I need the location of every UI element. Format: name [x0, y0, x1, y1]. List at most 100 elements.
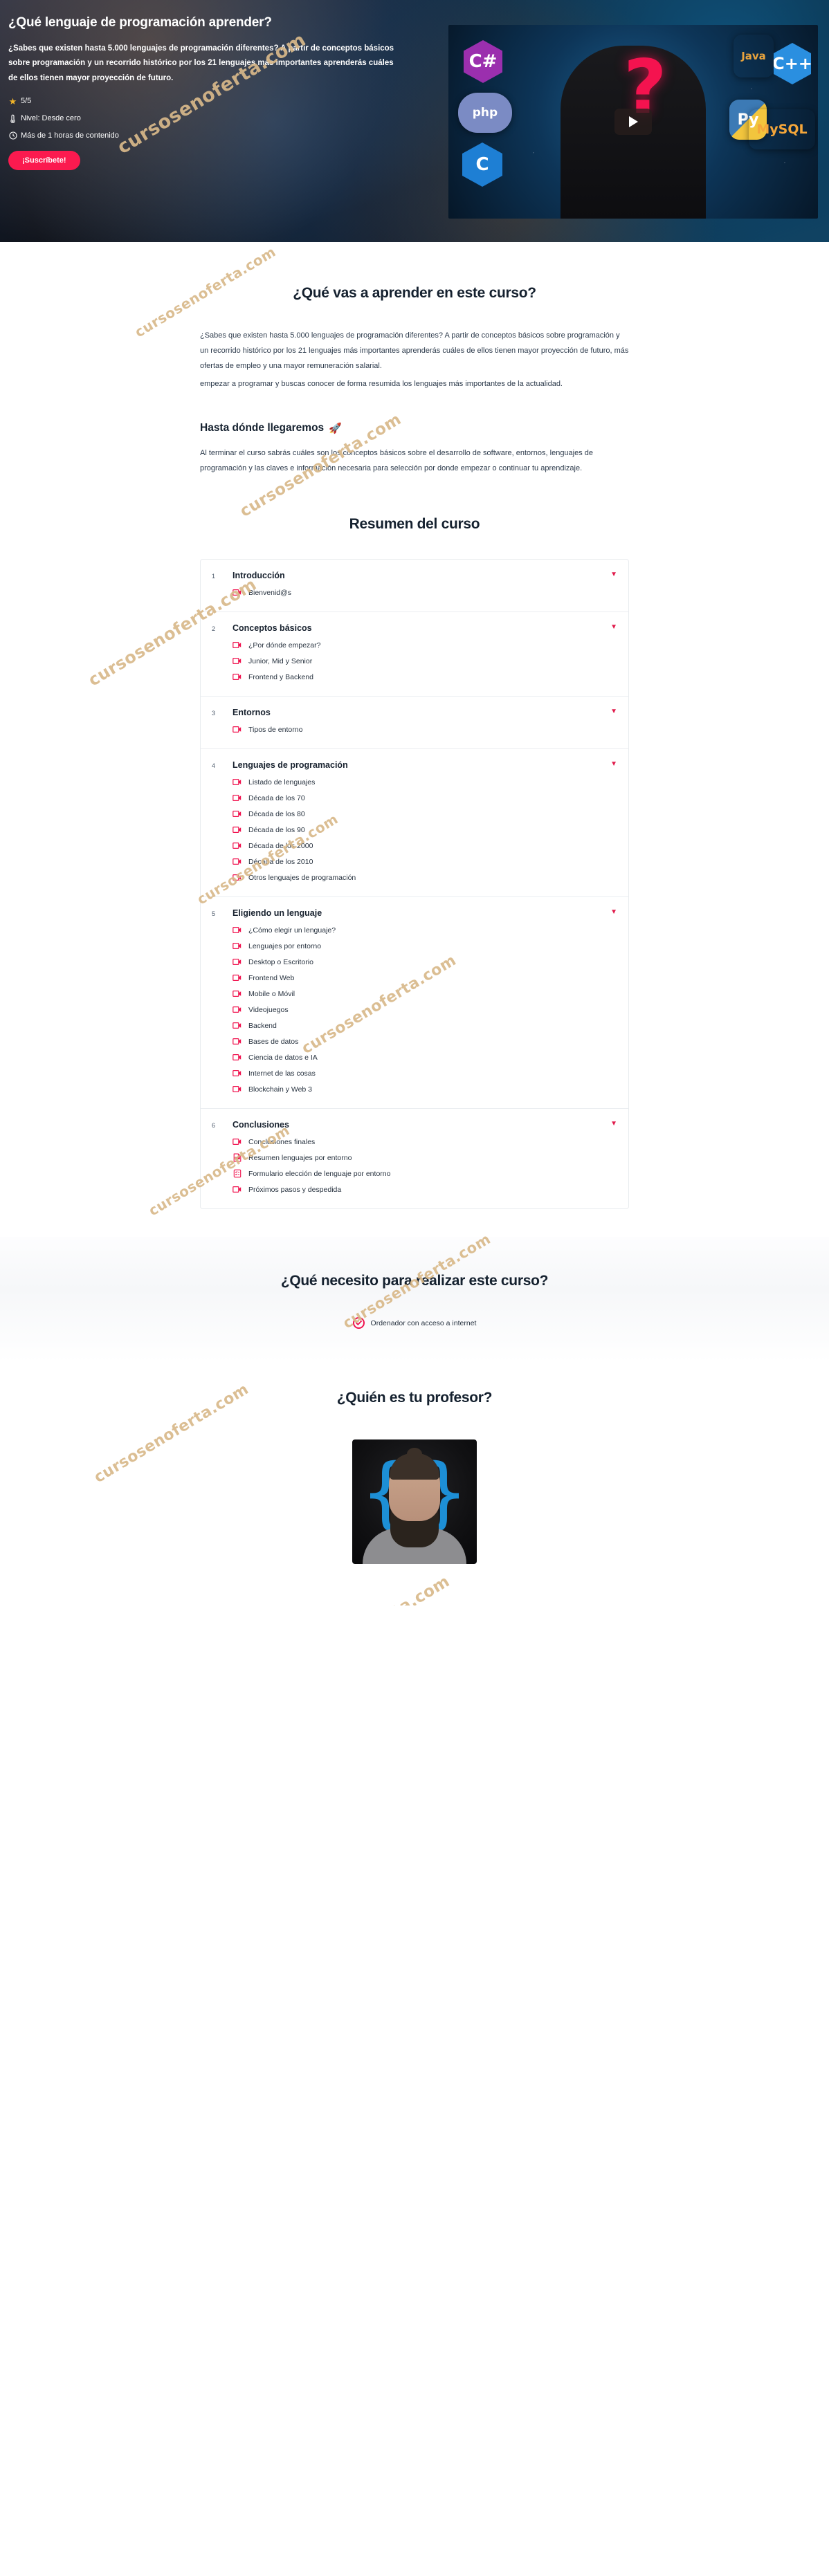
lesson-row[interactable]: Blockchain y Web 3	[233, 1081, 617, 1097]
lesson-row[interactable]: Década de los 2010	[233, 854, 617, 870]
lesson-row[interactable]: Frontend Web	[233, 970, 617, 986]
lesson-label: Junior, Mid y Senior	[248, 656, 313, 665]
lesson-row[interactable]: Internet de las cosas	[233, 1065, 617, 1081]
video-icon	[233, 1021, 242, 1030]
lesson-row[interactable]: Década de los 90	[233, 822, 617, 838]
accordion-section: 2 Conceptos básicos ▼ ¿Por dónde empezar? Ju…	[201, 612, 628, 697]
lesson-row[interactable]: ¿Cómo elegir un lenguaje?	[233, 922, 617, 938]
lesson-row[interactable]: Tipos de entorno	[233, 721, 617, 737]
accordion-section: 3 Entornos ▼ Tipos de entorno	[201, 697, 628, 749]
learn-section: ¿Qué vas a aprender en este curso? ¿Sabe…	[0, 242, 829, 392]
video-icon	[233, 1137, 242, 1146]
chevron-down-icon[interactable]: ▼	[610, 1121, 617, 1128]
accordion-header[interactable]: 1 Introducción ▼	[201, 560, 628, 585]
course-outline-accordion: 1 Introducción ▼ Bienvenid@s 2 Conceptos bási…	[200, 559, 629, 1209]
lesson-label: Formulario elección de lenguaje por ento…	[248, 1169, 391, 1178]
lesson-label: Resumen lenguajes por entorno	[248, 1153, 352, 1162]
video-icon	[233, 857, 242, 866]
chevron-down-icon[interactable]: ▼	[610, 909, 617, 916]
accordion-header[interactable]: 5 Eligiendo un lenguaje ▼	[201, 897, 628, 922]
lesson-label: Década de los 2000	[248, 841, 313, 850]
lesson-row[interactable]: Junior, Mid y Senior	[233, 653, 617, 669]
teacher-title: ¿Quién es tu profesor?	[336, 1390, 493, 1406]
course-video-thumbnail[interactable]: C# php C Java C++ Py MySQL ?	[448, 25, 818, 219]
summary-section: Resumen del curso 1 Introducción ▼ Bienveni…	[0, 476, 829, 1237]
accordion-header[interactable]: 4 Lenguajes de programación ▼	[201, 749, 628, 774]
teacher-section: ¿Quién es tu profesor? { }	[0, 1362, 829, 1606]
lesson-label: Década de los 70	[248, 793, 305, 802]
hero-content: ¿Qué lenguaje de programación aprender? …	[0, 0, 443, 170]
page-title: ¿Qué lenguaje de programación aprender?	[8, 15, 272, 30]
video-icon	[233, 873, 242, 882]
lesson-row[interactable]: Década de los 2000	[233, 838, 617, 854]
lesson-row[interactable]: Otros lenguajes de programación	[233, 870, 617, 885]
lesson-row[interactable]: Resumen lenguajes por entorno	[233, 1150, 617, 1166]
accordion-body: ¿Por dónde empezar? Junior, Mid y Senior F…	[201, 637, 628, 696]
lesson-label: Década de los 90	[248, 825, 305, 834]
lesson-row[interactable]: Ciencia de datos e IA	[233, 1049, 617, 1065]
video-icon	[233, 778, 242, 786]
video-icon	[233, 656, 242, 665]
lesson-label: Conclusiones finales	[248, 1137, 316, 1146]
section-number: 5	[212, 910, 216, 917]
lesson-label: Lenguajes por entorno	[248, 941, 322, 950]
video-icon	[233, 1185, 242, 1194]
accordion-section: 4 Lenguajes de programación ▼ Listado de le…	[201, 749, 628, 897]
lesson-label: Bases de datos	[248, 1037, 299, 1046]
section-number: 1	[212, 573, 216, 580]
lesson-row[interactable]: Frontend y Backend	[233, 669, 617, 685]
accordion-body: Listado de lenguajes Década de los 70 Déca…	[201, 774, 628, 896]
lesson-row[interactable]: Listado de lenguajes	[233, 774, 617, 790]
section-title: Conceptos básicos	[233, 623, 312, 633]
section-number: 6	[212, 1122, 216, 1129]
accordion-header[interactable]: 6 Conclusiones ▼	[201, 1109, 628, 1134]
lesson-label: Década de los 80	[248, 809, 305, 818]
video-icon	[233, 725, 242, 734]
summary-title: Resumen del curso	[349, 516, 480, 532]
video-icon	[233, 641, 242, 650]
video-icon	[233, 841, 242, 850]
lesson-row[interactable]: Bases de datos	[233, 1033, 617, 1049]
section-number: 3	[212, 710, 216, 717]
video-icon	[233, 1053, 242, 1062]
learn-paragraph-2: empezar a programar y buscas conocer de …	[200, 380, 563, 388]
goal-title-row: Hasta dónde llegaremos 🚀	[200, 422, 629, 434]
lesson-row[interactable]: Bienvenid@s	[233, 585, 617, 600]
lesson-row[interactable]: Desktop o Escritorio	[233, 954, 617, 970]
lesson-label: Ciencia de datos e IA	[248, 1053, 318, 1062]
video-icon	[233, 973, 242, 982]
lesson-row[interactable]: Próximos pasos y despedida	[233, 1181, 617, 1197]
lesson-label: ¿Cómo elegir un lenguaje?	[248, 926, 336, 935]
lesson-row[interactable]: Lenguajes por entorno	[233, 938, 617, 954]
hero-description: ¿Sabes que existen hasta 5.000 lenguajes…	[8, 44, 394, 82]
lesson-row[interactable]: Década de los 80	[233, 806, 617, 822]
section-title: Lenguajes de programación	[233, 760, 348, 770]
accordion-header[interactable]: 3 Entornos ▼	[201, 697, 628, 721]
subscribe-button[interactable]: ¡Suscríbete!	[8, 150, 80, 170]
lesson-row[interactable]: Backend	[233, 1018, 617, 1033]
lesson-label: Blockchain y Web 3	[248, 1085, 313, 1094]
duration-row: Más de 1 horas de contenido	[8, 131, 443, 140]
chevron-down-icon[interactable]: ▼	[610, 761, 617, 768]
play-icon[interactable]	[614, 109, 652, 135]
learn-paragraph-1: ¿Sabes que existen hasta 5.000 lenguajes…	[200, 331, 629, 370]
accordion-body: Tipos de entorno	[201, 721, 628, 748]
video-icon	[233, 1069, 242, 1078]
lesson-row[interactable]: Conclusiones finales	[233, 1134, 617, 1150]
lesson-row[interactable]: Mobile o Móvil	[233, 986, 617, 1002]
lesson-label: Listado de lenguajes	[248, 778, 316, 786]
accordion-header[interactable]: 2 Conceptos básicos ▼	[201, 612, 628, 637]
level-value: Nivel: Desde cero	[21, 114, 81, 123]
accordion-body: ¿Cómo elegir un lenguaje? Lenguajes por e…	[201, 922, 628, 1108]
video-icon	[233, 809, 242, 818]
lesson-row[interactable]: Videojuegos	[233, 1002, 617, 1018]
chevron-down-icon[interactable]: ▼	[610, 708, 617, 715]
lesson-row[interactable]: Década de los 70	[233, 790, 617, 806]
rocket-icon: 🚀	[329, 422, 342, 434]
lesson-row[interactable]: Formulario elección de lenguaje por ento…	[233, 1166, 617, 1181]
chevron-down-icon[interactable]: ▼	[610, 571, 617, 578]
accordion-section: 6 Conclusiones ▼ Conclusiones finales Resume…	[201, 1109, 628, 1208]
chevron-down-icon[interactable]: ▼	[610, 624, 617, 631]
lesson-row[interactable]: ¿Por dónde empezar?	[233, 637, 617, 653]
teacher-avatar: { }	[352, 1439, 477, 1564]
